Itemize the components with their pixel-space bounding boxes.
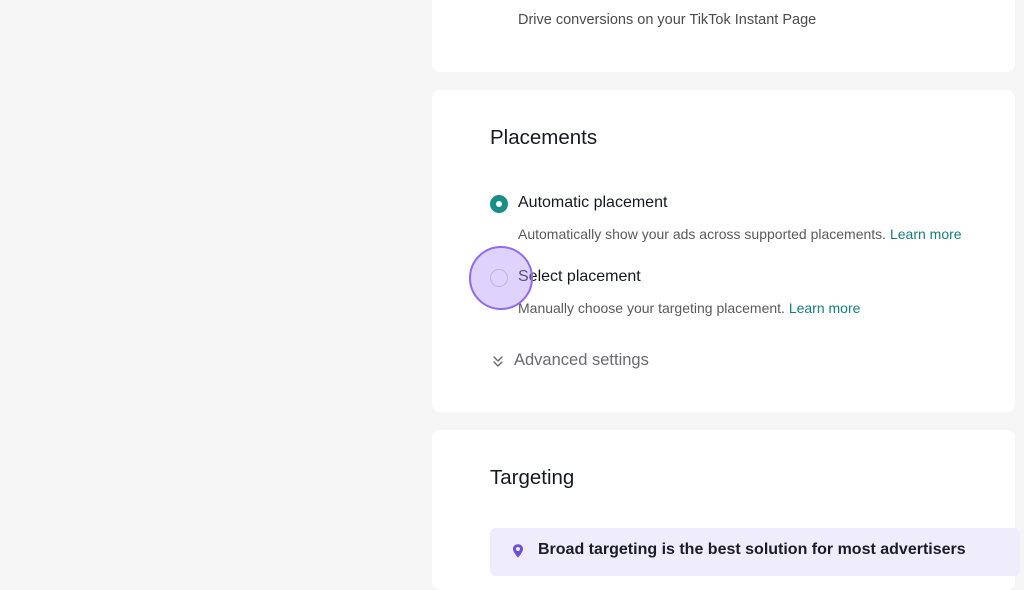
automatic-placement-option[interactable]: Automatic placement Automatically show y…: [490, 192, 1010, 252]
targeting-card: Targeting Broad targeting is the best so…: [432, 430, 1020, 590]
automatic-placement-learn-more-link[interactable]: Learn more: [890, 226, 962, 242]
automatic-placement-label: Automatic placement: [518, 194, 668, 211]
radio-checked-icon[interactable]: [490, 195, 508, 213]
double-chevron-down-icon: [493, 356, 503, 367]
broad-targeting-text: Broad targeting is the best solution for…: [538, 541, 966, 558]
radio-unchecked-icon[interactable]: [490, 269, 508, 287]
advanced-settings-label: Advanced settings: [514, 351, 649, 369]
select-placement-description: Manually choose your targeting placement…: [518, 300, 860, 316]
placements-card: Placements Automatic placement Automatic…: [432, 90, 1015, 412]
targeting-title: Targeting: [490, 466, 575, 489]
conversion-card: Drive conversions on your TikTok Instant…: [432, 0, 1015, 72]
automatic-placement-description: Automatically show your ads across suppo…: [518, 226, 962, 242]
select-placement-label: Select placement: [518, 268, 641, 285]
select-placement-learn-more-link[interactable]: Learn more: [789, 300, 861, 316]
conversion-description: Drive conversions on your TikTok Instant…: [518, 12, 817, 28]
select-placement-option[interactable]: Select placement Manually choose your ta…: [490, 266, 1010, 326]
placements-title: Placements: [490, 126, 598, 149]
location-pin-icon: [513, 544, 523, 558]
broad-targeting-banner: Broad targeting is the best solution for…: [490, 528, 1020, 576]
select-placement-description-text: Manually choose your targeting placement…: [518, 300, 785, 316]
automatic-placement-description-text: Automatically show your ads across suppo…: [518, 226, 887, 242]
